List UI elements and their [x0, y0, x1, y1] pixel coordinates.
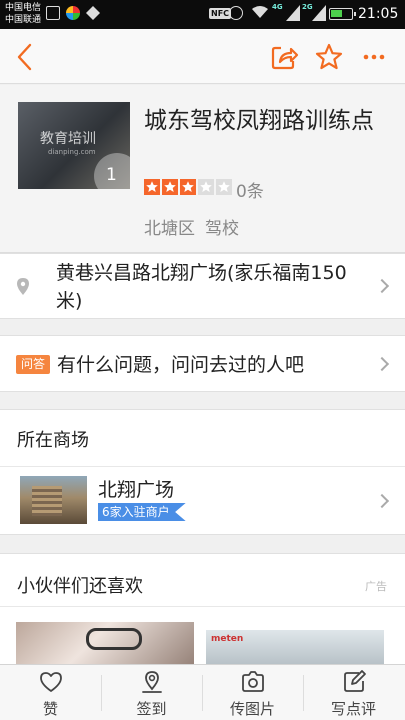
- nfc-icon: NFC: [209, 8, 232, 19]
- camera-icon: [241, 671, 264, 692]
- address-row[interactable]: 黄巷兴昌路北翔广场(家乐福南150米): [0, 253, 405, 319]
- alarm-icon: [229, 6, 243, 20]
- signal-2-icon: [312, 5, 326, 21]
- checkin-button[interactable]: 签到: [101, 665, 202, 720]
- bottom-action-bar: 赞 签到 传图片 写点评: [0, 664, 405, 720]
- shop-photo[interactable]: 教育培训 dianping.com 1: [18, 102, 130, 189]
- divider: [0, 606, 405, 607]
- checkin-label: 签到: [136, 700, 167, 718]
- app-notification-icon: [66, 6, 80, 20]
- nav-bar: [0, 29, 405, 84]
- star-filled-icon: [180, 179, 196, 195]
- address-text: 黄巷兴昌路北翔广场(家乐福南150米): [56, 262, 347, 312]
- recommendations-section: 小伙伴们还喜欢 广告 meten: [0, 553, 405, 690]
- chevron-right-icon: [374, 278, 390, 294]
- photo-count: 1: [106, 165, 117, 185]
- star-filled-icon: [144, 179, 160, 195]
- photo-count-badge: 1: [94, 153, 130, 189]
- location-pin-icon: [17, 278, 29, 295]
- wifi-icon: [252, 6, 268, 18]
- qa-row[interactable]: 问答 有什么问题，问问去过的人吧: [0, 335, 405, 392]
- shop-header: 教育培训 dianping.com 1 城东驾校凤翔路训练点 0条 北塘区 驾校: [0, 85, 405, 253]
- network-4g-label: 4G: [272, 3, 283, 11]
- battery-level: [331, 10, 342, 17]
- divider: [0, 466, 405, 467]
- carrier-2: 中国联通: [5, 15, 42, 25]
- network-2g-label: 2G: [302, 3, 313, 11]
- photo-watermark: 教育培训: [40, 131, 96, 147]
- share-icon[interactable]: [268, 41, 300, 73]
- chevron-right-icon: [374, 356, 390, 372]
- star-empty-icon: [216, 179, 232, 195]
- qa-tag: 问答: [16, 355, 50, 374]
- shop-meta: 北塘区 驾校: [144, 214, 239, 239]
- location-checkin-icon: [141, 671, 162, 693]
- mall-name[interactable]: 北翔广场: [98, 475, 174, 502]
- clock: 21:05: [358, 6, 399, 22]
- qa-prompt: 有什么问题，问问去过的人吧: [57, 354, 305, 376]
- upload-photo-label: 传图片: [229, 700, 275, 718]
- battery-icon: [329, 8, 356, 20]
- star-rating: [144, 179, 234, 195]
- edit-icon: [343, 670, 366, 692]
- photo-watermark-sub: dianping.com: [48, 148, 96, 156]
- shop-title: 城东驾校凤翔路训练点: [144, 108, 374, 134]
- upload-photo-button[interactable]: 传图片: [202, 665, 303, 720]
- carrier-1: 中国电信: [5, 3, 42, 13]
- mall-merchant-badge: 6家入驻商户: [98, 503, 186, 521]
- shop-category[interactable]: 驾校: [205, 219, 239, 239]
- shop-district[interactable]: 北塘区: [144, 219, 195, 239]
- write-review-button[interactable]: 写点评: [303, 665, 404, 720]
- mall-photo[interactable]: [20, 476, 87, 524]
- chevron-left-icon[interactable]: [10, 41, 42, 73]
- chevron-right-icon[interactable]: [374, 493, 390, 509]
- like-button[interactable]: 赞: [0, 665, 101, 720]
- recommendations-heading: 小伙伴们还喜欢: [17, 576, 143, 597]
- mall-section: 所在商场 北翔广场 6家入驻商户: [0, 409, 405, 535]
- heart-icon: [39, 672, 62, 692]
- review-count[interactable]: 0条: [236, 177, 264, 202]
- more-dots-icon[interactable]: [358, 41, 390, 73]
- gallery-notification-icon: [46, 6, 60, 20]
- mall-heading: 所在商场: [17, 430, 89, 451]
- sync-notification-icon: [86, 6, 100, 20]
- carrier-labels: 中国电信 中国联通: [5, 2, 41, 26]
- star-outline-icon[interactable]: [313, 41, 345, 73]
- like-label: 赞: [42, 700, 58, 718]
- signal-icon: [286, 5, 300, 21]
- recommendation-brand: meten: [211, 634, 244, 644]
- status-bar: 中国电信 中国联通 NFC 4G 2G 21:05: [0, 0, 405, 29]
- star-filled-icon: [162, 179, 178, 195]
- star-empty-icon: [198, 179, 214, 195]
- write-review-label: 写点评: [330, 700, 376, 718]
- ad-label: 广告: [365, 580, 387, 593]
